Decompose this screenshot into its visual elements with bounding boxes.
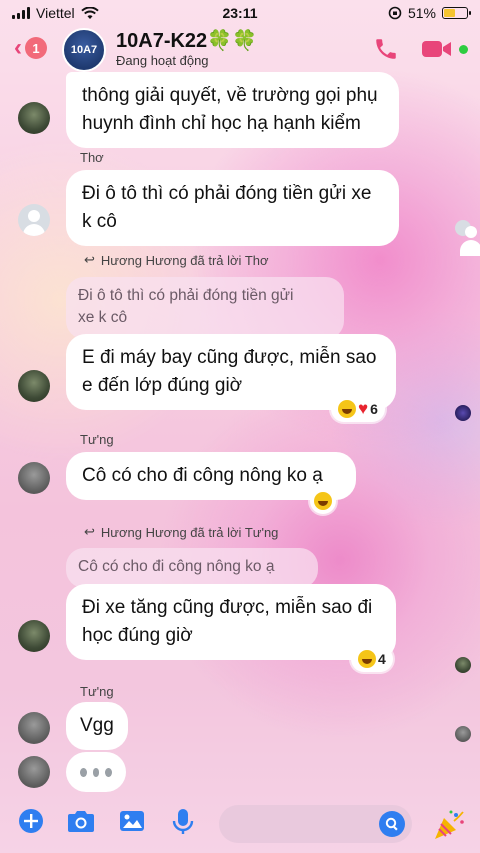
unread-badge: 1 — [25, 37, 47, 59]
image-icon[interactable] — [118, 808, 146, 834]
reply-label: ↩ Hương Hương đã trả lời Thơ — [84, 252, 269, 268]
message-line: học đúng giờ — [82, 625, 193, 646]
message-bubble[interactable]: thông giải quyết, về trường gọi phụ huyn… — [66, 72, 399, 148]
avatar-tung — [18, 756, 50, 788]
message-bubble[interactable]: Đi xe tăng cũng được, miễn sao đi học đú… — [66, 584, 396, 660]
chat-header: ‹ 1 10A7 10A7-K22🍀🍀 Đang hoạt động — [0, 26, 480, 72]
reaction-badge[interactable] — [310, 488, 336, 514]
sender-name: Thơ — [80, 150, 104, 165]
header-actions — [373, 36, 468, 62]
reply-label: ↩ Hương Hương đã trả lời Tư'ng — [84, 524, 278, 540]
message-bubble[interactable]: Đi ô tô thì có phải đóng tiền gửi xe k c… — [66, 170, 399, 246]
battery-percent: 51% — [407, 5, 436, 21]
reaction-count: 4 — [378, 651, 386, 667]
quoted-line: xe k cô — [78, 309, 128, 326]
microphone-icon[interactable] — [172, 808, 194, 836]
message-bubble[interactable]: Vgg — [66, 702, 128, 750]
seen-avatar — [455, 220, 480, 256]
reply-arrow-icon: ↩ — [84, 524, 95, 539]
camera-icon[interactable] — [66, 808, 96, 834]
quoted-message[interactable]: Đi ô tô thì có phải đóng tiền gửi xe k c… — [66, 277, 344, 339]
avatar-tung[interactable] — [18, 712, 50, 744]
seen-avatar — [455, 405, 471, 421]
seen-avatar — [455, 726, 471, 742]
reaction-count: 6 — [370, 401, 378, 417]
active-status: Đang hoạt động — [116, 53, 209, 68]
back-chevron-icon: ‹ — [14, 34, 22, 61]
message-line: Cô có cho đi công nông ko ạ — [82, 465, 323, 486]
phone-icon[interactable] — [373, 36, 399, 62]
heart-emoji-icon: ♥ — [358, 399, 369, 418]
message-line: k cô — [82, 211, 117, 232]
message-line: huynh đình chỉ học hạ hạnh kiểm — [82, 113, 361, 134]
seen-avatar — [455, 657, 471, 673]
avatar-huong[interactable] — [18, 370, 50, 402]
reply-label-text: Hương Hương đã trả lời Tư'ng — [100, 524, 279, 540]
group-avatar[interactable]: 10A7 — [62, 28, 106, 72]
typing-indicator — [66, 752, 126, 792]
avatar-tung[interactable] — [18, 462, 50, 494]
quoted-line: Cô có cho đi công nông ko ạ — [78, 558, 275, 575]
quoted-line: Đi ô tô thì có phải đóng tiền gửi — [78, 287, 294, 304]
reaction-badge[interactable]: ♥ 6 — [331, 396, 385, 422]
reply-arrow-icon: ↩ — [84, 252, 95, 267]
battery-icon — [442, 7, 471, 19]
message-line: Đi xe tăng cũng được, miễn sao đi — [82, 597, 373, 618]
message-line: Đi ô tô thì có phải đóng tiền gửi xe — [82, 183, 372, 204]
video-camera-icon[interactable] — [421, 38, 453, 60]
status-right: 51% — [388, 5, 471, 21]
message-input[interactable] — [219, 805, 412, 843]
group-name[interactable]: 10A7-K22🍀🍀 — [116, 28, 257, 53]
message-line: Vgg — [80, 715, 114, 736]
laughing-emoji-icon — [338, 400, 356, 418]
orientation-lock-icon — [388, 6, 402, 20]
status-bar: Viettel 23:11 51% — [0, 0, 480, 26]
avatar-huong[interactable] — [18, 620, 50, 652]
laughing-emoji-icon — [314, 492, 332, 510]
reaction-badge[interactable]: 4 — [351, 646, 393, 672]
avatar-huong[interactable] — [18, 102, 50, 134]
back-button[interactable]: ‹ 1 — [14, 34, 47, 62]
party-popper-icon[interactable] — [432, 808, 466, 842]
reply-label-text: Hương Hương đã trả lời Thơ — [100, 252, 269, 268]
laughing-emoji-icon — [358, 650, 376, 668]
message-line: E đi máy bay cũng được, miễn sao — [82, 347, 377, 368]
search-icon — [385, 817, 398, 831]
plus-icon[interactable] — [18, 808, 44, 834]
quoted-message[interactable]: Cô có cho đi công nông ko ạ — [66, 548, 318, 588]
avatar-tho[interactable] — [18, 204, 50, 236]
message-line: thông giải quyết, về trường gọi phụ — [82, 85, 378, 106]
search-button[interactable] — [379, 811, 405, 837]
message-line: e đến lớp đúng giờ — [82, 375, 243, 396]
sender-name: Tư'ng — [80, 432, 114, 447]
online-indicator — [459, 44, 468, 54]
sender-name: Tư'ng — [80, 684, 114, 699]
